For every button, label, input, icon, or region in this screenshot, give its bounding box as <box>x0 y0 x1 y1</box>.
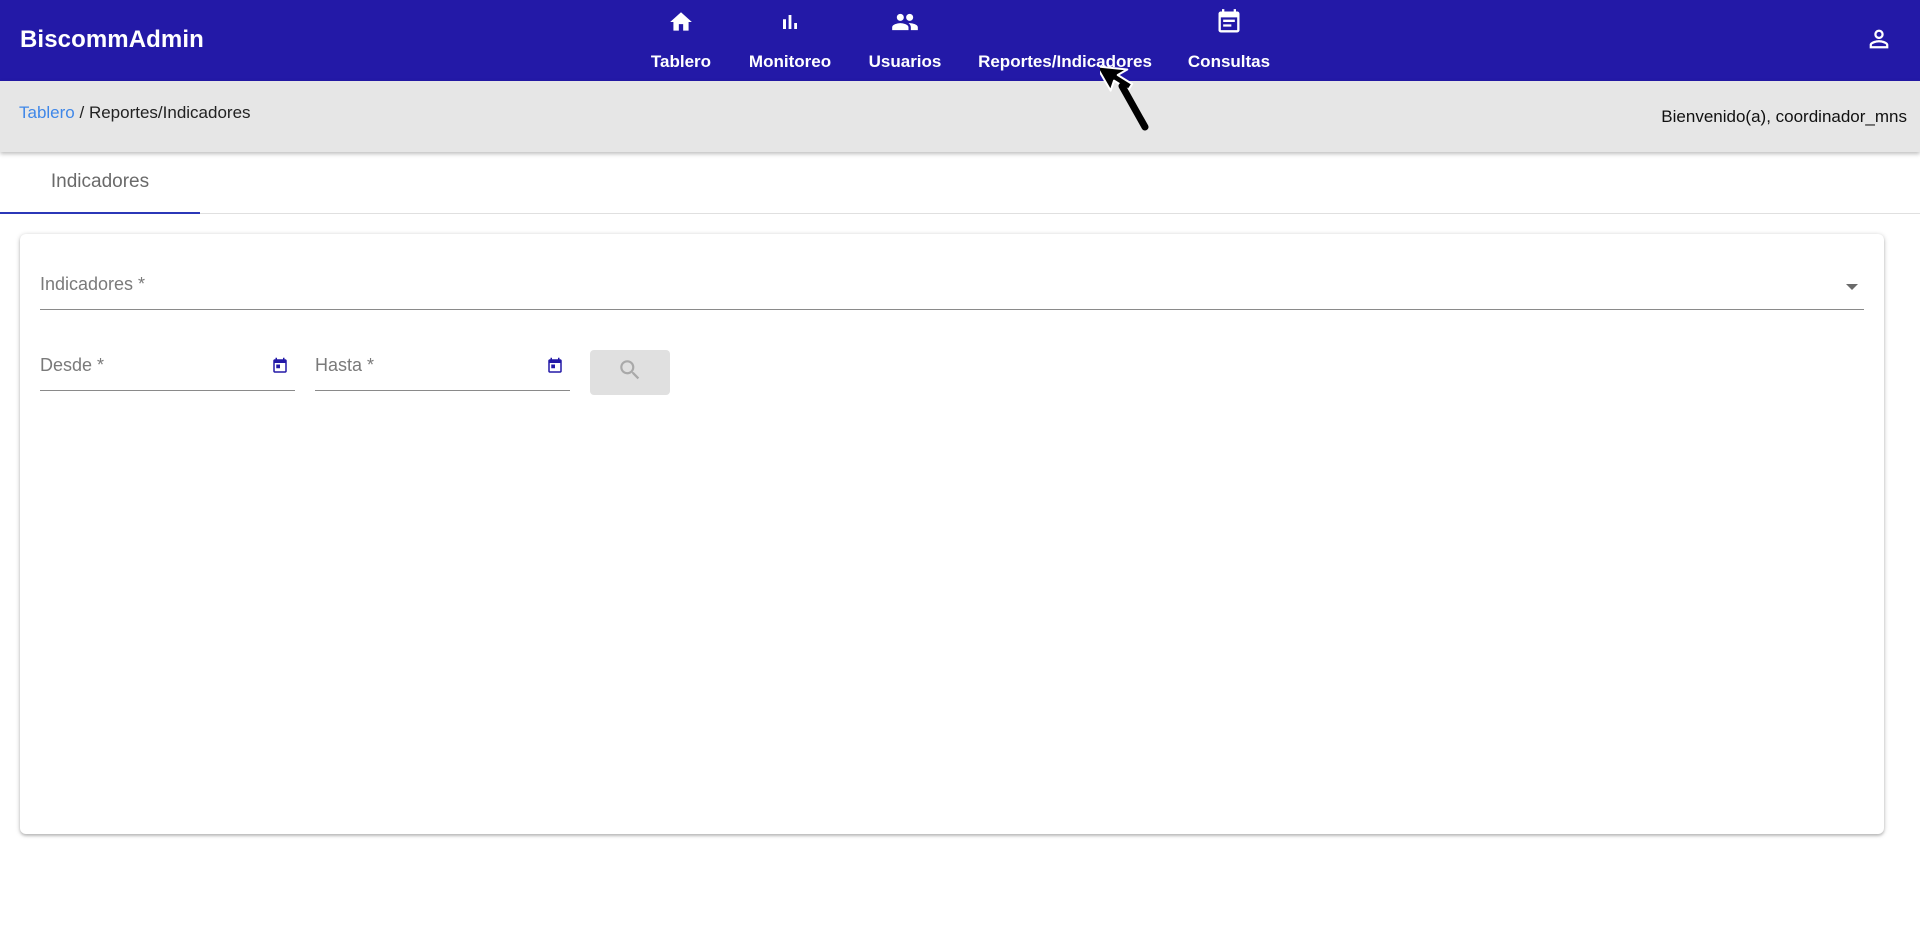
nav-item-reportes-indicadores[interactable]: Reportes/Indicadores <box>975 0 1155 81</box>
dropdown-arrow-icon <box>1846 284 1858 290</box>
hasta-date-field[interactable]: Hasta * <box>315 355 570 391</box>
nav-label-reportes-indicadores: Reportes/Indicadores <box>978 52 1152 71</box>
breadcrumb: Tablero / Reportes/Indicadores <box>19 103 251 123</box>
breadcrumb-link-tablero[interactable]: Tablero <box>19 103 75 122</box>
nav-item-tablero[interactable]: Tablero <box>645 0 717 81</box>
people-icon <box>891 0 919 40</box>
nav-label-usuarios: Usuarios <box>868 52 942 71</box>
breadcrumb-bar: Tablero / Reportes/Indicadores Bienvenid… <box>0 81 1920 152</box>
tab-indicadores[interactable]: Indicadores <box>0 152 200 214</box>
home-icon <box>668 0 694 40</box>
top-toolbar: BiscommAdmin Tablero Monitoreo Usuarios … <box>0 0 1920 81</box>
app-title: BiscommAdmin <box>20 26 204 53</box>
hasta-calendar-icon[interactable] <box>545 356 565 376</box>
calendar-note-icon <box>1215 0 1243 40</box>
hasta-label: Hasta * <box>315 355 375 375</box>
bar-chart-icon <box>778 0 802 40</box>
desde-date-field[interactable]: Desde * <box>40 355 295 391</box>
nav-label-consultas: Consultas <box>1187 52 1271 71</box>
breadcrumb-current: Reportes/Indicadores <box>88 103 251 122</box>
indicadores-select[interactable]: Indicadores * <box>40 274 1864 310</box>
nav-label-monitoreo: Monitoreo <box>748 52 832 71</box>
welcome-message: Bienvenido(a), coordinador_mns <box>1661 107 1907 126</box>
person-icon <box>1865 25 1893 58</box>
nav-item-usuarios[interactable]: Usuarios <box>862 0 948 81</box>
filter-card: Indicadores * Desde * Hasta * <box>20 234 1884 834</box>
desde-calendar-icon[interactable] <box>270 356 290 376</box>
nav-item-consultas[interactable]: Consultas <box>1183 0 1275 81</box>
nav-label-tablero: Tablero <box>650 52 712 71</box>
search-button[interactable] <box>590 350 670 395</box>
account-button[interactable] <box>1864 26 1894 56</box>
search-icon <box>617 357 643 388</box>
nav-item-monitoreo[interactable]: Monitoreo <box>745 0 835 81</box>
tab-bar: Indicadores <box>0 152 1920 214</box>
breadcrumb-separator: / <box>74 103 89 122</box>
desde-label: Desde * <box>40 355 105 375</box>
indicadores-label: Indicadores * <box>40 274 146 294</box>
